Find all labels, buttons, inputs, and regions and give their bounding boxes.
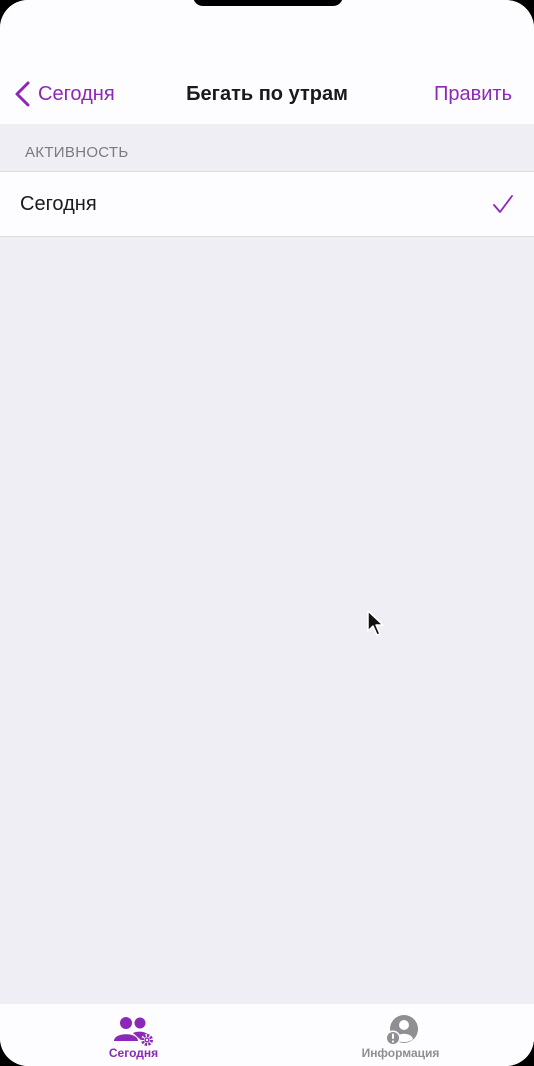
list-item-label: Сегодня bbox=[20, 192, 97, 215]
chevron-left-icon bbox=[15, 81, 30, 107]
section-header: АКТИВНОСТЬ bbox=[25, 144, 129, 161]
activity-list: Сегодня bbox=[0, 171, 534, 237]
back-button[interactable]: Сегодня bbox=[14, 81, 115, 107]
tab-info[interactable]: Информация bbox=[267, 1004, 534, 1066]
list-item[interactable]: Сегодня bbox=[0, 172, 534, 236]
edit-button[interactable]: Править bbox=[434, 83, 512, 106]
navigation-bar: Сегодня Бегать по утрам Править bbox=[0, 64, 534, 124]
people-gear-icon bbox=[113, 1017, 153, 1046]
phone-screen: Сегодня Бегать по утрам Править АКТИВНОС… bbox=[0, 0, 534, 1066]
mouse-pointer-icon bbox=[367, 610, 384, 636]
tab-bar: Сегодня Информация bbox=[0, 1004, 534, 1066]
device-notch bbox=[193, 0, 343, 6]
tab-info-label: Информация bbox=[361, 1046, 440, 1060]
status-bar bbox=[0, 0, 534, 64]
tab-today[interactable]: Сегодня bbox=[0, 1004, 267, 1066]
checkmark-icon bbox=[493, 195, 513, 213]
tab-today-label: Сегодня bbox=[108, 1046, 159, 1060]
person-info-icon bbox=[385, 1015, 418, 1046]
back-button-label: Сегодня bbox=[38, 82, 115, 105]
